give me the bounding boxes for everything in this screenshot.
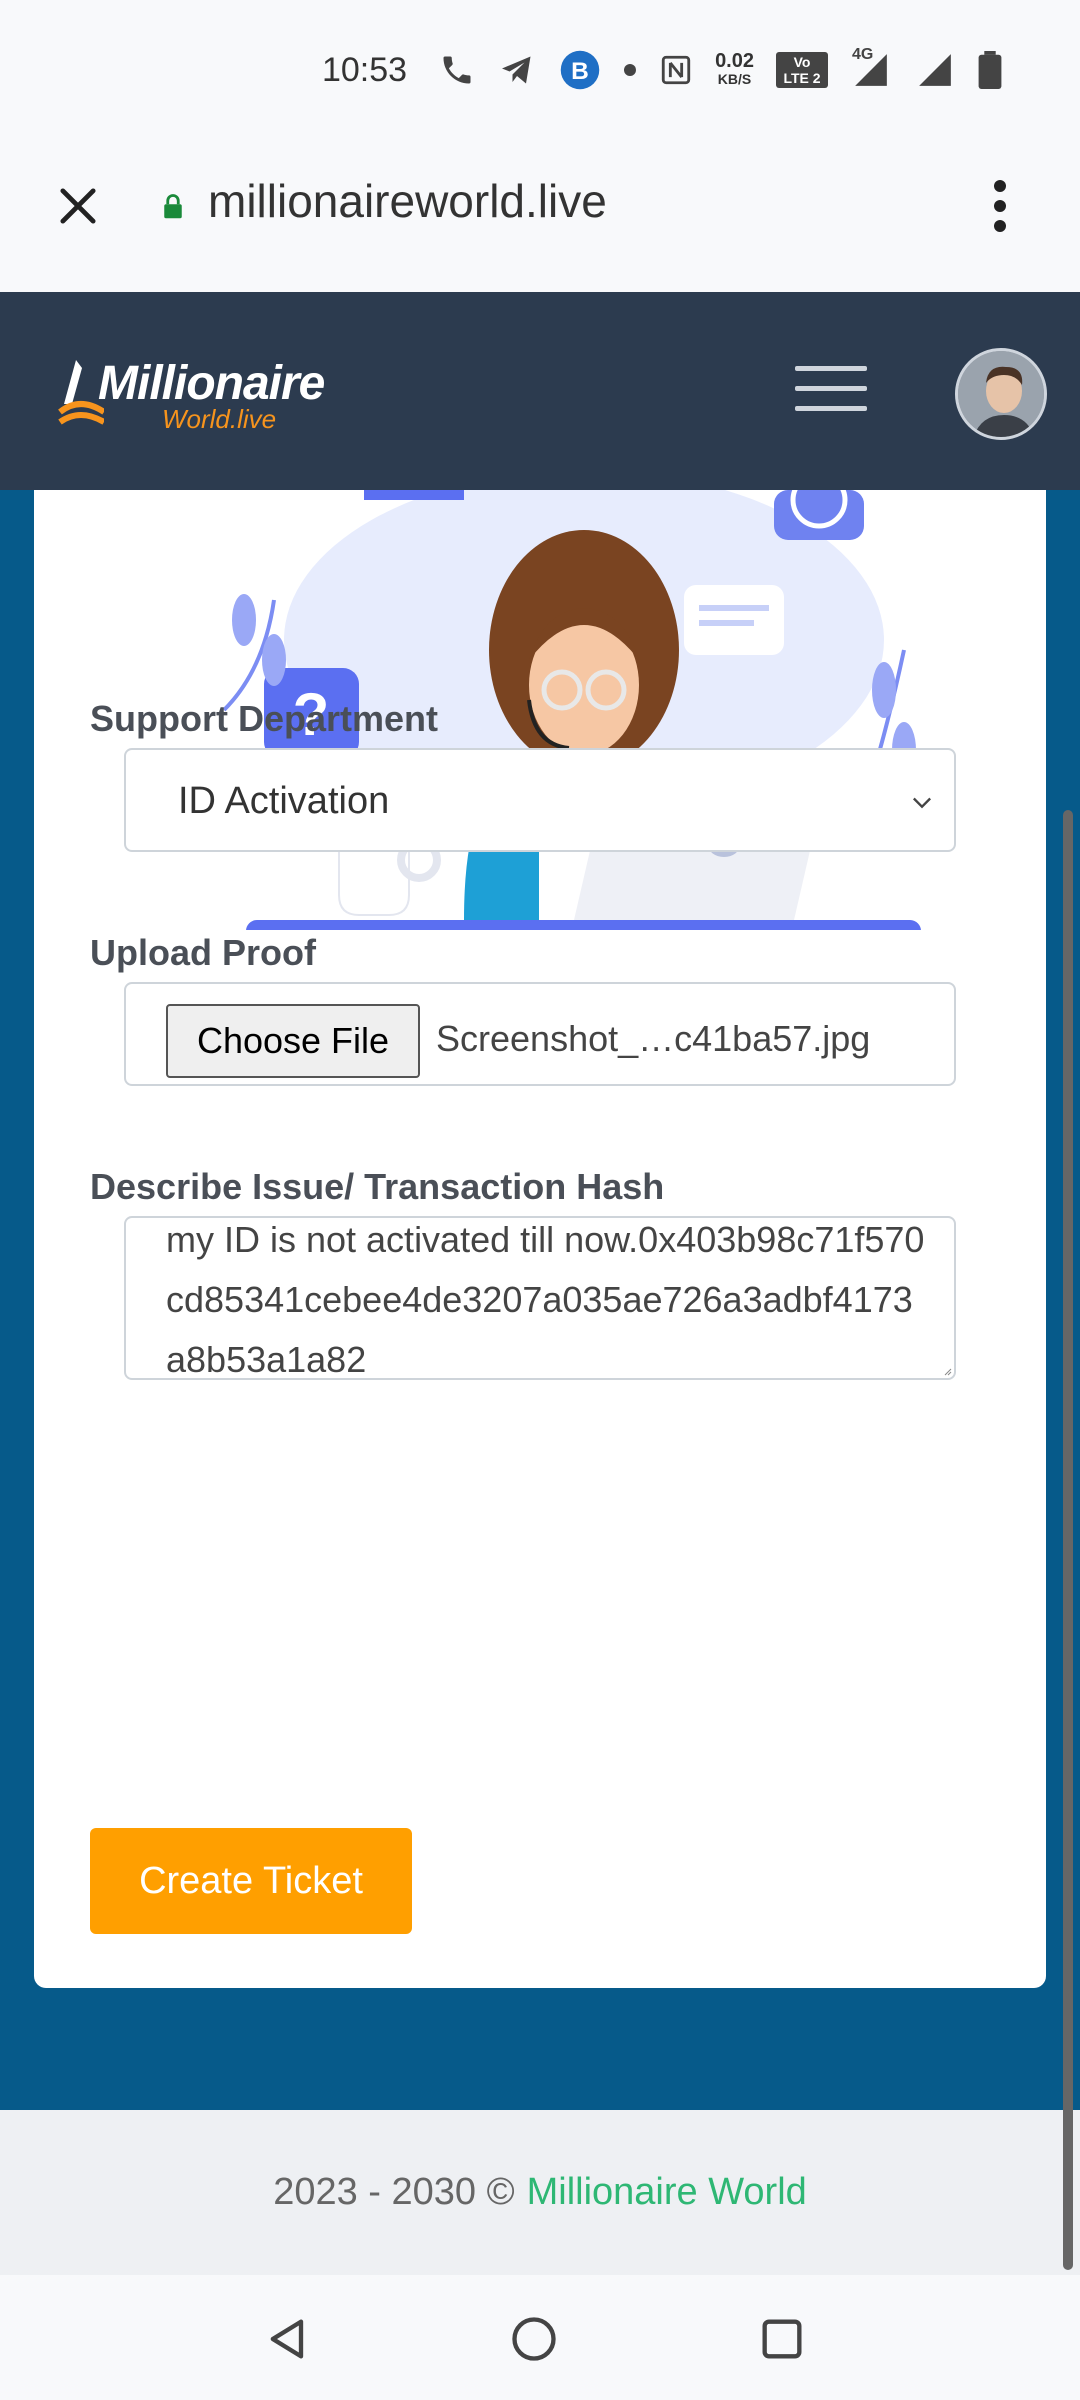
url-bar[interactable]: millionaireworld.live <box>208 174 607 228</box>
b-app-icon: B <box>559 50 601 90</box>
svg-text:B: B <box>571 58 589 85</box>
status-bar: 10:53 B 0.02 KB/S Vo LTE 2 4G <box>0 0 1080 140</box>
describe-issue-label: Describe Issue/ Transaction Hash <box>90 1166 665 1207</box>
upload-proof-label: Upload Proof <box>90 932 316 973</box>
data-speed: 0.02 KB/S <box>715 50 754 90</box>
home-icon[interactable] <box>508 2313 560 2365</box>
battery-icon <box>978 50 1002 90</box>
describe-issue-text: my ID is not activated till now.0x403b98… <box>166 1219 925 1380</box>
speed-unit: KB/S <box>717 71 752 87</box>
hamburger-menu-icon[interactable] <box>795 366 867 414</box>
telegram-icon <box>497 50 537 90</box>
more-options-icon[interactable] <box>985 176 1015 236</box>
site-header: Millionaire World.live <box>0 292 1080 490</box>
status-time: 10:53 <box>321 50 408 89</box>
upload-proof-input[interactable]: Choose File Screenshot_…c41ba57.jpg <box>124 982 956 1086</box>
selected-file-name: Screenshot_…c41ba57.jpg <box>436 1018 871 1059</box>
recents-icon[interactable] <box>756 2313 808 2365</box>
footer-copyright: 2023 - 2030 © <box>273 2171 515 2213</box>
chevron-down-icon <box>908 788 936 816</box>
footer-brand-link[interactable]: Millionaire World <box>527 2171 807 2214</box>
signal-icon <box>914 50 956 90</box>
speed-value: 0.02 <box>715 50 754 72</box>
nfc-icon <box>659 50 693 90</box>
support-department-value: ID Activation <box>178 780 390 822</box>
lock-icon <box>162 192 184 225</box>
network-type: 4G <box>852 46 874 63</box>
site-logo[interactable]: Millionaire World.live <box>56 352 326 434</box>
choose-file-button[interactable]: Choose File <box>166 1004 420 1078</box>
browser-toolbar: millionaireworld.live <box>0 140 1080 292</box>
logo-text: Millionaire <box>98 357 325 410</box>
resize-handle-icon[interactable] <box>942 1366 952 1376</box>
describe-issue-textarea[interactable]: my ID is not activated till now.0x403b98… <box>124 1216 956 1380</box>
phone-icon <box>439 50 475 90</box>
page-scrollbar[interactable] <box>1063 810 1073 2270</box>
back-icon[interactable] <box>262 2313 314 2365</box>
volte-label: Vo LTE 2 <box>776 52 828 88</box>
support-department-select[interactable]: ID Activation <box>124 748 956 852</box>
logo-subtext: World.live <box>162 404 277 434</box>
dot-icon <box>623 50 637 90</box>
support-department-label: Support Department <box>90 698 439 739</box>
create-ticket-button[interactable]: Create Ticket <box>90 1828 412 1934</box>
volte-icon: Vo LTE 2 <box>776 50 828 90</box>
network-signal: 4G <box>850 46 892 90</box>
support-ticket-card: ? Support Department ID Activation Uploa… <box>34 470 1046 1988</box>
system-nav-bar <box>0 2275 1080 2400</box>
logo-mark-icon <box>58 360 104 425</box>
site-footer: 2023 - 2030 © Millionaire World <box>0 2110 1080 2275</box>
avatar[interactable] <box>955 348 1047 440</box>
close-icon[interactable] <box>52 180 104 232</box>
